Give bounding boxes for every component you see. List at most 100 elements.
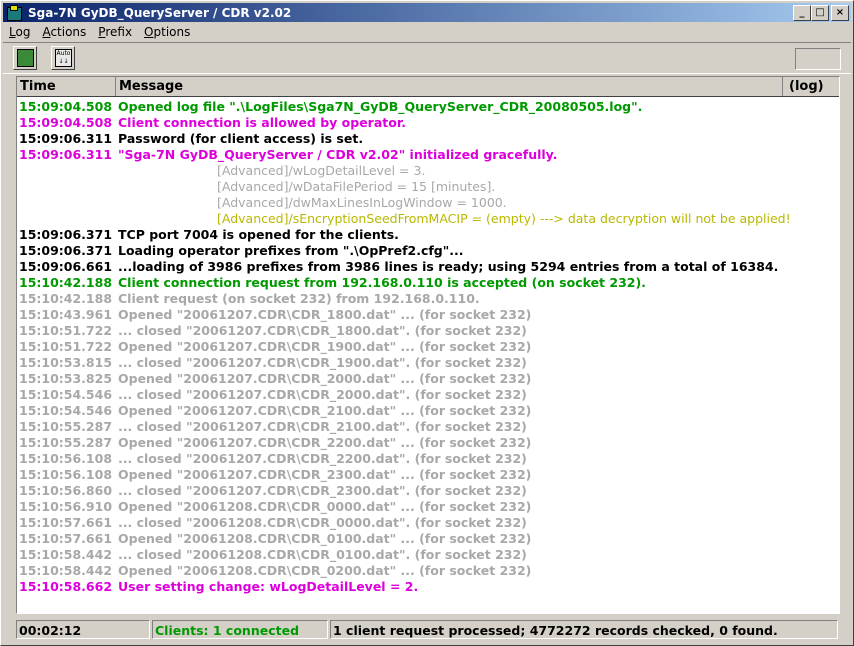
log-time: 15:10:58.662 bbox=[19, 579, 113, 594]
log-row[interactable]: 15:10:57.661 ... closed "20061208.CDR\CDR… bbox=[17, 515, 839, 531]
log-row[interactable]: [Advanced]/wDataFilePeriod = 15 [minutes… bbox=[17, 179, 839, 195]
status-bar: 00:02:12 Clients: 1 connected 1 client r… bbox=[16, 620, 838, 640]
title-bar[interactable]: Sga-7N GyDB_QueryServer / CDR v2.02 _ □ … bbox=[3, 3, 851, 22]
log-time: 15:09:06.311 bbox=[19, 147, 113, 162]
menu-actions[interactable]: Actions bbox=[36, 23, 92, 41]
menu-bar: Log Actions Prefix Options bbox=[3, 23, 196, 41]
log-row[interactable]: 15:10:56.108 ... closed "20061207.CDR\CDR… bbox=[17, 451, 839, 467]
log-row[interactable]: [Advanced]/wLogDetailLevel = 3. bbox=[17, 163, 839, 179]
log-list[interactable]: Time Message (log) 15:09:04.508 Opened lo… bbox=[16, 76, 840, 614]
log-message: Password (for client access) is set. bbox=[118, 131, 364, 146]
log-row[interactable]: 15:10:51.722 ... closed "20061207.CDR\CDR… bbox=[17, 323, 839, 339]
log-row[interactable]: 15:10:54.546 ... closed "20061207.CDR\CDR… bbox=[17, 387, 839, 403]
log-row[interactable]: 15:10:43.961 Opened "20061207.CDR\CDR_180… bbox=[17, 307, 839, 323]
status-elapsed-time: 00:02:12 bbox=[16, 620, 150, 639]
log-row[interactable]: 15:10:56.910 Opened "20061208.CDR\CDR_000… bbox=[17, 499, 839, 515]
log-message: [Advanced]/wDataFilePeriod = 15 [minutes… bbox=[217, 179, 496, 194]
log-message: Opened log file ".\LogFiles\Sga7N_GyDB_Q… bbox=[118, 99, 643, 114]
log-time: 15:10:42.188 bbox=[19, 275, 113, 290]
log-time: 15:10:51.722 bbox=[19, 323, 113, 338]
log-message: Opened "20061208.CDR\CDR_0100.dat" ... (… bbox=[118, 531, 532, 546]
log-message: ... closed "20061207.CDR\CDR_1800.dat". … bbox=[118, 323, 527, 338]
log-time: 15:10:55.287 bbox=[19, 419, 113, 434]
log-time: 15:10:57.661 bbox=[19, 531, 113, 546]
menu-prefix[interactable]: Prefix bbox=[92, 23, 138, 41]
log-message: Opened "20061207.CDR\CDR_2200.dat" ... (… bbox=[118, 435, 532, 450]
log-time: 15:10:54.546 bbox=[19, 403, 113, 418]
log-time: 15:10:55.287 bbox=[19, 435, 113, 450]
log-message: Client connection is allowed by operator… bbox=[118, 115, 406, 130]
log-message: ... closed "20061208.CDR\CDR_0100.dat". … bbox=[118, 547, 527, 562]
log-row[interactable]: 15:10:55.287 Opened "20061207.CDR\CDR_220… bbox=[17, 435, 839, 451]
log-message: Client request (on socket 232) from 192.… bbox=[118, 291, 480, 306]
log-message: Opened "20061208.CDR\CDR_0200.dat" ... (… bbox=[118, 563, 532, 578]
log-row[interactable]: 15:10:54.546 Opened "20061207.CDR\CDR_210… bbox=[17, 403, 839, 419]
log-row[interactable]: 15:10:55.287 ... closed "20061207.CDR\CDR… bbox=[17, 419, 839, 435]
log-row[interactable]: 15:10:58.442 ... closed "20061208.CDR\CDR… bbox=[17, 547, 839, 563]
toolbar: Auto ↓↓ bbox=[3, 42, 851, 74]
log-time: 15:10:53.815 bbox=[19, 355, 113, 370]
log-row[interactable]: 15:09:06.311 "Sga-7N GyDB_QueryServer / C… bbox=[17, 147, 839, 163]
log-message: Loading operator prefixes from ".\OpPref… bbox=[118, 243, 464, 258]
log-row[interactable]: 15:10:57.661 Opened "20061208.CDR\CDR_010… bbox=[17, 531, 839, 547]
app-icon[interactable] bbox=[6, 4, 22, 21]
log-row[interactable]: 15:10:56.860 ... closed "20061207.CDR\CDR… bbox=[17, 483, 839, 499]
status-clients: Clients: 1 connected bbox=[152, 620, 328, 639]
log-message: [Advanced]/wLogDetailLevel = 3. bbox=[217, 163, 426, 178]
menu-log[interactable]: Log bbox=[3, 23, 36, 41]
log-message: ... closed "20061208.CDR\CDR_0000.dat". … bbox=[118, 515, 527, 530]
log-message: ...loading of 3986 prefixes from 3986 li… bbox=[118, 259, 779, 274]
window-controls: _ □ × bbox=[793, 5, 849, 21]
log-message: [Advanced]/dwMaxLinesInLogWindow = 1000. bbox=[217, 195, 507, 210]
log-message: Opened "20061207.CDR\CDR_1800.dat" ... (… bbox=[118, 307, 532, 322]
log-row[interactable]: [Advanced]/sEncryptionSeedFromMACIP = (e… bbox=[17, 211, 839, 227]
log-row[interactable]: 15:10:42.188 Client connection request fr… bbox=[17, 275, 839, 291]
log-time: 15:10:56.108 bbox=[19, 467, 113, 482]
auto-scroll-button[interactable]: Auto ↓↓ bbox=[51, 46, 75, 70]
window-title: Sga-7N GyDB_QueryServer / CDR v2.02 bbox=[28, 5, 292, 20]
log-time: 15:09:04.508 bbox=[19, 115, 113, 130]
log-row[interactable]: 15:10:42.188 Client request (on socket 23… bbox=[17, 291, 839, 307]
connection-toggle-button[interactable] bbox=[13, 46, 37, 70]
log-row[interactable]: 15:10:53.815 ... closed "20061207.CDR\CDR… bbox=[17, 355, 839, 371]
log-row[interactable]: 15:10:58.662 User setting change: wLogDet… bbox=[17, 579, 839, 595]
column-header-time[interactable]: Time bbox=[17, 77, 116, 96]
log-row[interactable]: 15:10:51.722 Opened "20061207.CDR\CDR_190… bbox=[17, 339, 839, 355]
auto-scroll-icon: Auto ↓↓ bbox=[55, 49, 72, 67]
toolbar-indicator-panel bbox=[795, 48, 841, 70]
log-row[interactable]: 15:10:56.108 Opened "20061207.CDR\CDR_230… bbox=[17, 467, 839, 483]
log-time: 15:10:58.442 bbox=[19, 563, 113, 578]
log-time: 15:10:54.546 bbox=[19, 387, 113, 402]
close-button[interactable]: × bbox=[831, 5, 849, 21]
app-window: Sga-7N GyDB_QueryServer / CDR v2.02 _ □ … bbox=[0, 0, 854, 646]
log-message: User setting change: wLogDetailLevel = 2… bbox=[118, 579, 419, 594]
log-row[interactable]: 15:09:06.371 Loading operator prefixes fr… bbox=[17, 243, 839, 259]
log-row[interactable]: 15:09:06.311 Password (for client access)… bbox=[17, 131, 839, 147]
log-row[interactable]: 15:09:04.508 Client connection is allowed… bbox=[17, 115, 839, 131]
menu-options[interactable]: Options bbox=[138, 23, 196, 41]
log-time: 15:10:56.860 bbox=[19, 483, 113, 498]
log-time: 15:09:06.371 bbox=[19, 243, 113, 258]
log-message: Client connection request from 192.168.0… bbox=[118, 275, 646, 290]
log-message: [Advanced]/sEncryptionSeedFromMACIP = (e… bbox=[217, 211, 791, 226]
column-header-message[interactable]: Message bbox=[116, 77, 783, 96]
log-message: Opened "20061207.CDR\CDR_2100.dat" ... (… bbox=[118, 403, 532, 418]
log-row[interactable]: [Advanced]/dwMaxLinesInLogWindow = 1000. bbox=[17, 195, 839, 211]
log-row[interactable]: 15:09:06.661 ...loading of 3986 prefixes … bbox=[17, 259, 839, 275]
log-row[interactable]: 15:10:58.442 Opened "20061208.CDR\CDR_020… bbox=[17, 563, 839, 579]
log-time: 15:10:58.442 bbox=[19, 547, 113, 562]
log-time: 15:10:42.188 bbox=[19, 291, 113, 306]
column-header-log[interactable]: (log) bbox=[783, 77, 839, 96]
log-message: ... closed "20061207.CDR\CDR_2100.dat". … bbox=[118, 419, 527, 434]
log-time: 15:09:06.661 bbox=[19, 259, 113, 274]
maximize-button[interactable]: □ bbox=[811, 5, 829, 21]
log-rows: 15:09:04.508 Opened log file ".\LogFiles\… bbox=[17, 99, 839, 595]
log-message: ... closed "20061207.CDR\CDR_2300.dat". … bbox=[118, 483, 527, 498]
log-time: 15:10:51.722 bbox=[19, 339, 113, 354]
log-row[interactable]: 15:10:53.825 Opened "20061207.CDR\CDR_200… bbox=[17, 371, 839, 387]
log-message: Opened "20061208.CDR\CDR_0000.dat" ... (… bbox=[118, 499, 532, 514]
log-row[interactable]: 15:09:04.508 Opened log file ".\LogFiles\… bbox=[17, 99, 839, 115]
log-row[interactable]: 15:09:06.371 TCP port 7004 is opened for … bbox=[17, 227, 839, 243]
log-message: Opened "20061207.CDR\CDR_1900.dat" ... (… bbox=[118, 339, 532, 354]
minimize-button[interactable]: _ bbox=[793, 5, 811, 21]
